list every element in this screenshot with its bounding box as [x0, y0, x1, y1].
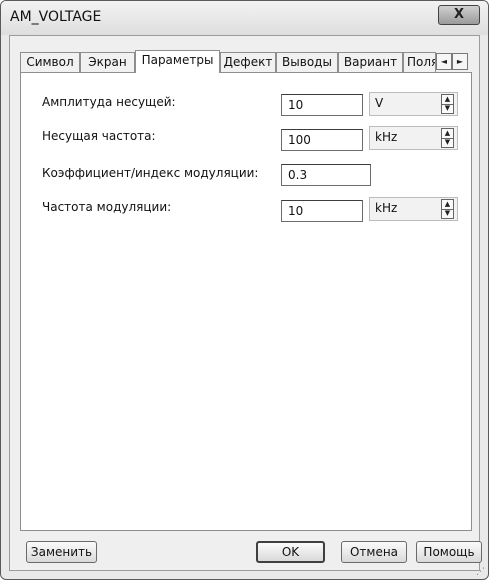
carrier-amplitude-unit: V — [375, 96, 384, 110]
tab-symbol[interactable]: Символ — [20, 52, 80, 72]
carrier-frequency-unit: kHz — [375, 130, 398, 144]
modulation-index-input[interactable]: 0.3 — [281, 164, 371, 186]
carrier-frequency-unit-select[interactable]: kHz ▲ ▼ — [369, 126, 458, 150]
tab-pins[interactable]: Выводы — [276, 52, 338, 72]
modulation-frequency-unit: kHz — [375, 201, 398, 215]
carrier-frequency-spinner[interactable]: ▲ ▼ — [441, 128, 454, 148]
title-bar[interactable]: AM_VOLTAGE X — [1, 1, 488, 35]
tab-scroll-left-icon[interactable]: ◄ — [436, 53, 452, 70]
spin-down-icon[interactable]: ▼ — [442, 138, 453, 147]
modulation-frequency-label: Частота модуляции: — [42, 200, 172, 214]
tab-strip: Символ Экран Параметры Дефект Выводы Вар… — [20, 50, 468, 73]
tab-display[interactable]: Экран — [80, 52, 135, 72]
tab-parameters[interactable]: Параметры — [135, 50, 220, 73]
carrier-frequency-input[interactable]: 100 — [281, 129, 363, 151]
close-button[interactable]: X — [438, 5, 480, 25]
replace-button[interactable]: Заменить — [26, 541, 97, 563]
resize-grip-icon[interactable]: ⋰ — [476, 568, 485, 577]
carrier-amplitude-unit-select[interactable]: V ▲ ▼ — [369, 92, 458, 116]
carrier-amplitude-input[interactable]: 10 — [281, 94, 363, 116]
ok-button[interactable]: OK — [256, 541, 325, 563]
carrier-amplitude-spinner[interactable]: ▲ ▼ — [441, 94, 454, 114]
modulation-frequency-spinner[interactable]: ▲ ▼ — [441, 199, 454, 219]
spin-down-icon[interactable]: ▼ — [442, 104, 453, 113]
modulation-index-label: Коэффициент/индекс модуляции: — [42, 166, 259, 180]
tab-fields[interactable]: Поля — [403, 52, 436, 72]
tab-variant[interactable]: Вариант — [338, 52, 403, 72]
cancel-button[interactable]: Отмена — [341, 541, 407, 563]
modulation-frequency-input[interactable]: 10 — [281, 200, 363, 222]
tab-scroll-right-icon[interactable]: ► — [452, 53, 468, 70]
help-button[interactable]: Помощь — [416, 541, 482, 563]
dialog-window: AM_VOLTAGE X Символ Экран Параметры Дефе… — [0, 0, 489, 580]
carrier-frequency-label: Несущая частота: — [42, 129, 156, 143]
tab-fault[interactable]: Дефект — [220, 52, 276, 72]
window-title: AM_VOLTAGE — [10, 9, 102, 25]
spin-down-icon[interactable]: ▼ — [442, 209, 453, 218]
close-icon: X — [453, 7, 465, 22]
modulation-frequency-unit-select[interactable]: kHz ▲ ▼ — [369, 197, 458, 221]
carrier-amplitude-label: Амплитуда несущей: — [42, 95, 176, 109]
